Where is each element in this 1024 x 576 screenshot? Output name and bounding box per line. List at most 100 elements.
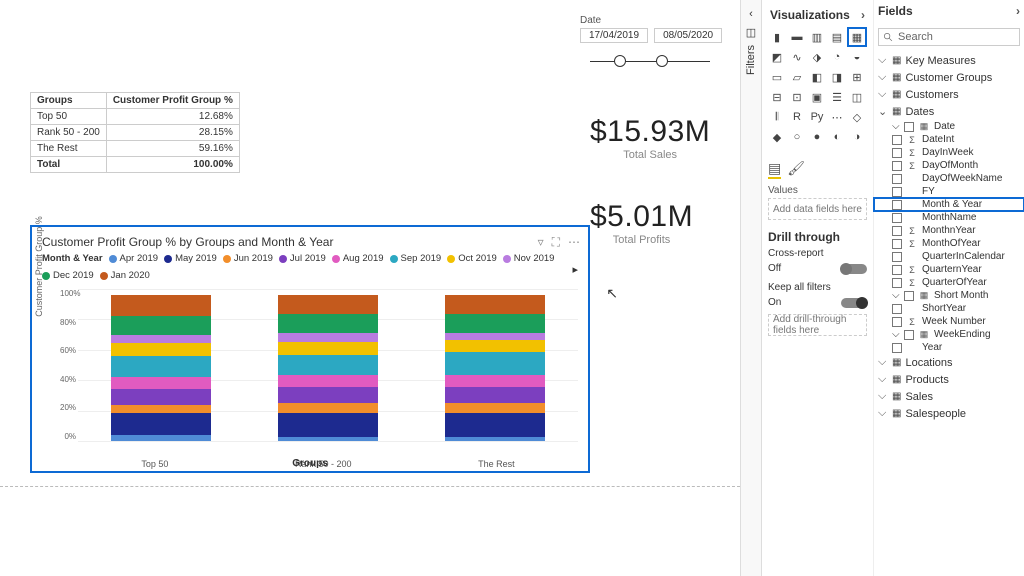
viz-type-icon[interactable]: ◨ xyxy=(828,68,846,86)
field-item[interactable]: MonthName xyxy=(874,211,1024,224)
field-checkbox[interactable] xyxy=(892,317,902,327)
bar-group[interactable] xyxy=(111,289,211,441)
visual-filter-icon[interactable]: ▿ xyxy=(538,235,544,250)
legend-item[interactable]: Dec 2019 xyxy=(42,270,94,281)
field-item[interactable]: QuarterInCalendar xyxy=(874,250,1024,263)
field-item[interactable]: ΣMonthOfYear xyxy=(874,237,1024,250)
legend-item[interactable]: Apr 2019 xyxy=(109,253,159,264)
legend-item[interactable]: Sep 2019 xyxy=(390,253,442,264)
bar-segment[interactable] xyxy=(445,413,545,436)
collapse-fields-icon[interactable]: › xyxy=(1016,4,1020,18)
field-checkbox[interactable] xyxy=(892,226,902,236)
bar-segment[interactable] xyxy=(111,316,211,335)
bar-segment[interactable] xyxy=(445,340,545,352)
bar-segment[interactable] xyxy=(111,377,211,389)
field-table[interactable]: ⌵▦Locations xyxy=(874,354,1024,371)
bar-segment[interactable] xyxy=(278,295,378,314)
field-checkbox[interactable] xyxy=(892,278,902,288)
field-table[interactable]: ⌄▦Dates xyxy=(874,103,1024,120)
slicer-handle-start[interactable] xyxy=(614,55,626,67)
bar-segment[interactable] xyxy=(111,435,211,441)
field-checkbox[interactable] xyxy=(892,252,902,262)
viz-type-icon[interactable]: ⊞ xyxy=(848,68,866,86)
field-item[interactable]: ⌵▦WeekEnding xyxy=(874,328,1024,341)
field-item[interactable]: ΣDayOfMonth xyxy=(874,159,1024,172)
legend-item[interactable]: May 2019 xyxy=(164,253,217,264)
field-item[interactable]: ΣMonthnYear xyxy=(874,224,1024,237)
slicer-to[interactable]: 08/05/2020 xyxy=(654,28,722,43)
legend-item[interactable]: Jan 2020 xyxy=(100,270,150,281)
groups-matrix[interactable]: Groups Customer Profit Group % Top 5012.… xyxy=(30,92,240,173)
field-item[interactable]: Year xyxy=(874,341,1024,354)
viz-type-icon[interactable]: ▱ xyxy=(788,68,806,86)
bar-segment[interactable] xyxy=(278,403,378,413)
field-checkbox[interactable] xyxy=(892,304,902,314)
field-checkbox[interactable] xyxy=(892,135,902,145)
legend-item[interactable]: Nov 2019 xyxy=(503,253,555,264)
legend-item[interactable]: Oct 2019 xyxy=(447,253,497,264)
format-tab-icon[interactable]: 🖌 xyxy=(787,160,805,179)
field-item[interactable]: ΣDayInWeek xyxy=(874,146,1024,159)
viz-type-icon[interactable]: ○ xyxy=(788,128,806,146)
stacked-bar-chart[interactable]: ▿ ⛶ ⋯ Customer Profit Group % by Groups … xyxy=(30,225,590,473)
bar-segment[interactable] xyxy=(278,437,378,441)
field-checkbox[interactable] xyxy=(892,174,902,184)
drillthrough-well[interactable]: Add drill-through fields here xyxy=(768,314,867,336)
field-checkbox[interactable] xyxy=(892,265,902,275)
bar-segment[interactable] xyxy=(278,333,378,342)
bar-segment[interactable] xyxy=(111,335,211,344)
field-item[interactable]: ⌵▦Short Month xyxy=(874,289,1024,302)
field-checkbox[interactable] xyxy=(892,200,902,210)
slicer-handle-end[interactable] xyxy=(656,55,668,67)
bar-segment[interactable] xyxy=(278,314,378,333)
report-canvas[interactable]: Date 17/04/2019 08/05/2020 Groups Custom… xyxy=(0,0,740,576)
bar-segment[interactable] xyxy=(111,356,211,376)
bar-segment[interactable] xyxy=(445,333,545,340)
bar-segment[interactable] xyxy=(111,405,211,414)
bar-segment[interactable] xyxy=(445,314,545,333)
field-table[interactable]: ⌵▦Sales xyxy=(874,388,1024,405)
viz-type-icon[interactable]: ◑ xyxy=(848,128,866,146)
field-checkbox[interactable] xyxy=(892,239,902,249)
field-item[interactable]: FY xyxy=(874,185,1024,198)
viz-type-icon[interactable]: R xyxy=(788,108,806,126)
field-item[interactable]: ΣWeek Number xyxy=(874,315,1024,328)
field-checkbox[interactable] xyxy=(904,122,914,132)
cross-report-toggle[interactable] xyxy=(841,264,867,274)
bar-segment[interactable] xyxy=(445,437,545,441)
bar-segment[interactable] xyxy=(278,355,378,375)
bar-segment[interactable] xyxy=(445,295,545,314)
legend-scroll-icon[interactable]: ▸ xyxy=(572,263,578,276)
viz-type-icon[interactable]: ∿ xyxy=(788,48,806,66)
bar-segment[interactable] xyxy=(278,413,378,436)
field-checkbox[interactable] xyxy=(892,343,902,353)
legend-item[interactable]: Jun 2019 xyxy=(223,253,273,264)
slicer-track[interactable] xyxy=(590,61,710,62)
card-total-sales[interactable]: $15.93M Total Sales xyxy=(590,115,710,161)
field-item[interactable]: ΣQuarternYear xyxy=(874,263,1024,276)
visual-more-icon[interactable]: ⋯ xyxy=(568,235,580,250)
bar-segment[interactable] xyxy=(445,352,545,375)
bar-segment[interactable] xyxy=(278,387,378,403)
date-slicer[interactable]: Date 17/04/2019 08/05/2020 xyxy=(580,15,720,62)
keep-filters-toggle[interactable] xyxy=(841,298,867,308)
collapse-viz-icon[interactable]: › xyxy=(861,8,865,22)
field-table[interactable]: ⌵▦Customers xyxy=(874,86,1024,103)
field-table[interactable]: ⌵▦Salespeople xyxy=(874,405,1024,422)
viz-type-icon[interactable]: ● xyxy=(808,128,826,146)
viz-type-icon[interactable]: ⊟ xyxy=(768,88,786,106)
field-table[interactable]: ⌵▦Key Measures xyxy=(874,52,1024,69)
field-item[interactable]: ⌵▦Date xyxy=(874,120,1024,133)
field-table[interactable]: ⌵▦Customer Groups xyxy=(874,69,1024,86)
bar-segment[interactable] xyxy=(278,342,378,355)
card-total-profits[interactable]: $5.01M Total Profits xyxy=(590,200,693,246)
field-checkbox[interactable] xyxy=(892,213,902,223)
viz-type-icon[interactable]: ⊡ xyxy=(788,88,806,106)
viz-type-icon[interactable]: ▮ xyxy=(768,28,786,46)
viz-type-icon[interactable]: ▣ xyxy=(808,88,826,106)
viz-type-icon[interactable]: ◔ xyxy=(828,48,846,66)
viz-type-icon[interactable]: ▦ xyxy=(848,28,866,46)
fields-search[interactable]: Search xyxy=(878,28,1020,46)
viz-type-icon[interactable]: ⬗ xyxy=(808,48,826,66)
field-checkbox[interactable] xyxy=(904,291,914,301)
